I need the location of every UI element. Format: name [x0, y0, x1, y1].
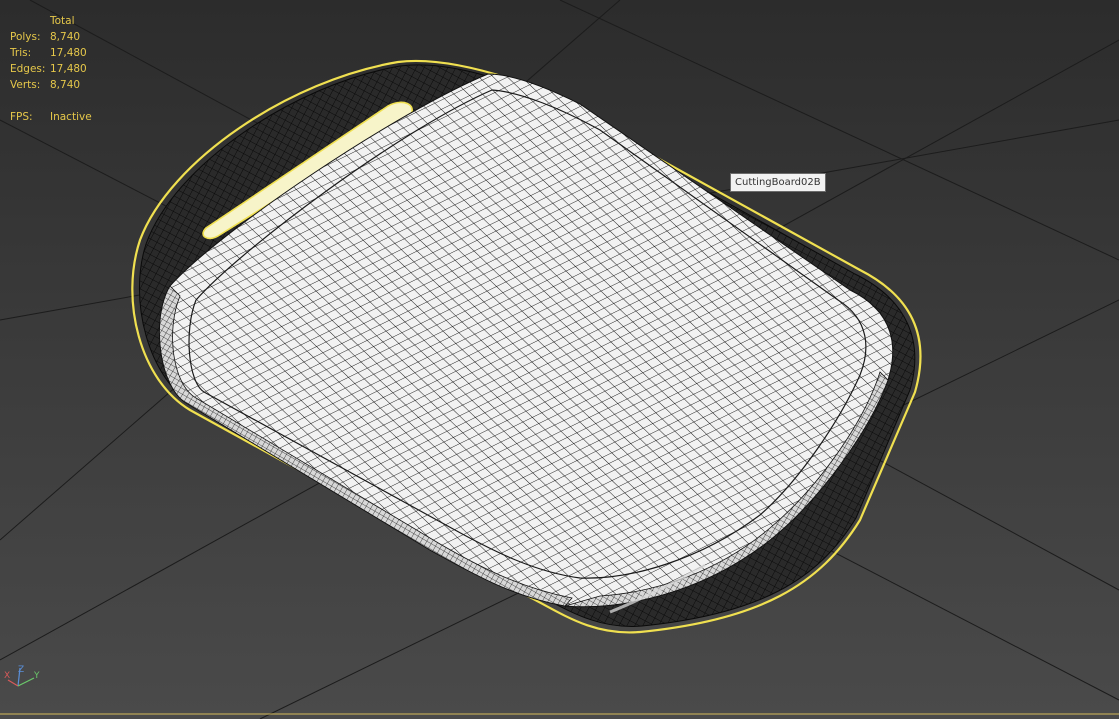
axis-y-label: Y	[33, 671, 40, 681]
stat-label-edges: Edges:	[10, 63, 46, 75]
stat-value-fps: Inactive	[50, 111, 92, 123]
axis-z-label: Z	[18, 665, 24, 675]
cutting-board-mesh[interactable]	[131, 59, 922, 634]
axis-x-label: X	[4, 671, 10, 681]
stat-value-tris: 17,480	[50, 47, 87, 59]
stat-value-polys: 8,740	[50, 31, 81, 43]
viewport-statistics: Total Polys: 8,740 Tris: 17,480 Edges: 17,4…	[10, 13, 92, 125]
stat-value-verts: 8,740	[50, 79, 81, 91]
object-name-tooltip: CuttingBoard02B	[730, 173, 826, 192]
stat-label-fps: FPS:	[10, 111, 33, 123]
stats-header: Total	[50, 15, 75, 27]
axis-tripod-icon: X Y Z	[4, 665, 40, 687]
perspective-viewport[interactable]: Total Polys: 8,740 Tris: 17,480 Edges: 17,4…	[0, 0, 1119, 719]
stat-label-verts: Verts:	[10, 79, 41, 91]
viewport-bottom-border	[0, 713, 1119, 715]
stat-value-edges: 17,480	[50, 63, 87, 75]
stat-label-tris: Tris:	[10, 47, 32, 59]
stat-label-polys: Polys:	[10, 31, 41, 43]
viewport-scene[interactable]	[0, 0, 1119, 719]
